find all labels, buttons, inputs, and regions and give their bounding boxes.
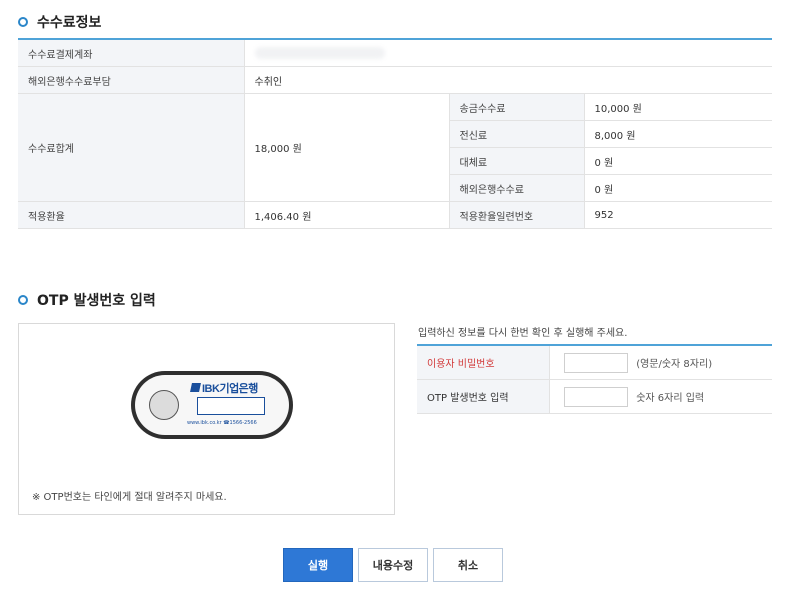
transfer-fee-label: 대체료 — [448, 147, 584, 175]
masked-account-number — [254, 47, 385, 59]
cable-fee-value: 8,000 원 — [583, 120, 772, 148]
overseas-fee-payer-label: 해외은행수수료부담 — [18, 66, 244, 94]
token-button-icon — [149, 390, 179, 420]
overseas-bank-fee-value: 0 원 — [583, 174, 772, 202]
otp-device-panel: IBK기업은행 www.ibk.co.kr ☎1566-2566 ※ OTP번호… — [18, 323, 395, 515]
cancel-button[interactable]: 취소 — [433, 548, 503, 582]
otp-section-title: OTP 발생번호 입력 — [18, 290, 156, 310]
table-row: 이용자 비밀번호 (영문/숫자 8자리) — [417, 345, 772, 380]
circle-bullet-icon — [18, 17, 28, 27]
fee-section-title-text: 수수료정보 — [37, 15, 102, 31]
execute-button[interactable]: 실행 — [283, 548, 353, 582]
password-input[interactable] — [564, 352, 628, 373]
remittance-fee-label: 송금수수료 — [448, 93, 584, 121]
exchange-rate-value: 1,406.40 원 — [243, 201, 449, 229]
action-buttons: 실행 내용수정 취소 — [283, 548, 503, 582]
overseas-bank-fee-label: 해외은행수수료 — [448, 174, 584, 202]
token-footer-text: www.ibk.co.kr ☎1566-2566 — [187, 420, 257, 426]
overseas-fee-payer-value: 수취인 — [243, 66, 772, 94]
otp-hint: 숫자 6자리 입력 — [636, 393, 705, 404]
table-row: 적용환율 1,406.40 원 적용환율일련번호 952 — [18, 201, 772, 229]
otp-input[interactable] — [564, 386, 628, 407]
otp-token-face: IBK기업은행 www.ibk.co.kr ☎1566-2566 — [135, 375, 289, 435]
password-cell: (영문/숫자 8자리) — [549, 345, 772, 380]
exchange-rate-serial-value: 952 — [583, 201, 772, 229]
auth-form-table: 이용자 비밀번호 (영문/숫자 8자리) OTP 발생번호 입력 숫자 6자리 … — [417, 344, 772, 414]
ibk-logo-text: IBK기업은행 — [202, 383, 258, 395]
fee-total-label: 수수료합계 — [18, 93, 244, 202]
circle-bullet-icon — [18, 295, 28, 305]
exchange-rate-serial-label: 적용환율일련번호 — [448, 201, 584, 229]
table-row: 해외은행수수료부담 수취인 — [18, 66, 772, 94]
otp-cell: 숫자 6자리 입력 — [549, 379, 772, 414]
transfer-fee-value: 0 원 — [583, 147, 772, 175]
remittance-fee-value: 10,000 원 — [583, 93, 772, 121]
exchange-rate-label: 적용환율 — [18, 201, 244, 229]
otp-token-icon: IBK기업은행 www.ibk.co.kr ☎1566-2566 — [131, 371, 293, 439]
cable-fee-label: 전신료 — [448, 120, 584, 148]
otp-security-notice: ※ OTP번호는 타인에게 절대 알려주지 마세요. — [32, 492, 227, 503]
fee-section-title: 수수료정보 — [18, 12, 101, 32]
payment-account-value — [243, 39, 772, 67]
password-hint: (영문/숫자 8자리) — [636, 359, 713, 370]
ibk-logo: IBK기업은행 — [190, 380, 258, 396]
ibk-mark-icon — [190, 383, 201, 392]
token-display — [197, 397, 265, 415]
otp-label: OTP 발생번호 입력 — [417, 379, 550, 414]
otp-section-title-text: OTP 발생번호 입력 — [37, 293, 156, 309]
table-row: 수수료합계 18,000 원 송금수수료 10,000 원 — [18, 93, 772, 202]
form-instruction: 입력하신 정보를 다시 한번 확인 후 실행해 주세요. — [418, 328, 628, 339]
fee-info-table: 수수료결제계좌 해외은행수수료부담 수취인 수수료합계 18,000 원 송금수… — [18, 38, 772, 229]
table-row: 수수료결제계좌 — [18, 39, 772, 67]
modify-button[interactable]: 내용수정 — [358, 548, 428, 582]
password-label: 이용자 비밀번호 — [417, 345, 550, 380]
payment-account-label: 수수료결제계좌 — [18, 39, 244, 67]
fee-total-value: 18,000 원 — [243, 93, 449, 202]
table-row: OTP 발생번호 입력 숫자 6자리 입력 — [417, 379, 772, 414]
